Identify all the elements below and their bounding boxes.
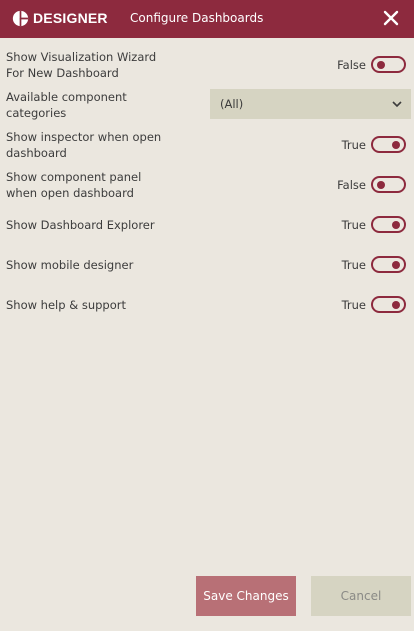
save-changes-button[interactable]: Save Changes	[196, 576, 296, 616]
toggle-knob	[377, 180, 385, 189]
setting-row-mobile-designer: Show mobile designer True	[0, 248, 414, 286]
toggle-knob	[392, 140, 400, 149]
setting-label: Show Visualization Wizard For New Dashbo…	[6, 50, 157, 80]
page-title: Configure Dashboards	[130, 11, 264, 25]
setting-label: Show component panel when open dashboard	[6, 170, 142, 200]
setting-value: True	[341, 258, 366, 272]
mobile-designer-toggle[interactable]	[371, 256, 406, 273]
header-bar: DESIGNER Configure Dashboards	[0, 0, 414, 38]
setting-value: True	[341, 218, 366, 232]
setting-row-viz-wizard: Show Visualization Wizard For New Dashbo…	[0, 48, 414, 86]
toggle-knob	[392, 300, 400, 309]
setting-value: True	[341, 298, 366, 312]
inspector-toggle[interactable]	[371, 136, 406, 153]
setting-row-help: Show help & support True	[0, 288, 414, 326]
cancel-button[interactable]: Cancel	[311, 576, 411, 616]
setting-value: True	[341, 138, 366, 152]
help-toggle[interactable]	[371, 296, 406, 313]
setting-value: False	[337, 178, 366, 192]
setting-label: Show inspector when open dashboard	[6, 130, 162, 160]
toggle-knob	[377, 60, 385, 69]
setting-row-component-panel: Show component panel when open dashboard…	[0, 168, 414, 206]
select-value: (All)	[220, 97, 244, 111]
setting-label: Show help & support	[6, 298, 126, 312]
setting-row-inspector: Show inspector when open dashboard True	[0, 128, 414, 166]
component-panel-toggle[interactable]	[371, 176, 406, 193]
pie-chart-icon	[12, 10, 29, 27]
chevron-down-icon	[392, 101, 402, 108]
categories-select[interactable]: (All)	[210, 89, 411, 119]
setting-value: False	[337, 58, 366, 72]
explorer-toggle[interactable]	[371, 216, 406, 233]
toggle-knob	[392, 260, 400, 269]
brand-name: DESIGNER	[33, 10, 108, 26]
viz-wizard-toggle[interactable]	[371, 56, 406, 73]
setting-label: Show mobile designer	[6, 258, 134, 272]
setting-row-explorer: Show Dashboard Explorer True	[0, 208, 414, 246]
setting-label: Show Dashboard Explorer	[6, 218, 155, 232]
close-icon[interactable]	[380, 7, 402, 29]
toggle-knob	[392, 220, 400, 229]
setting-label: Available component categories	[6, 90, 127, 120]
